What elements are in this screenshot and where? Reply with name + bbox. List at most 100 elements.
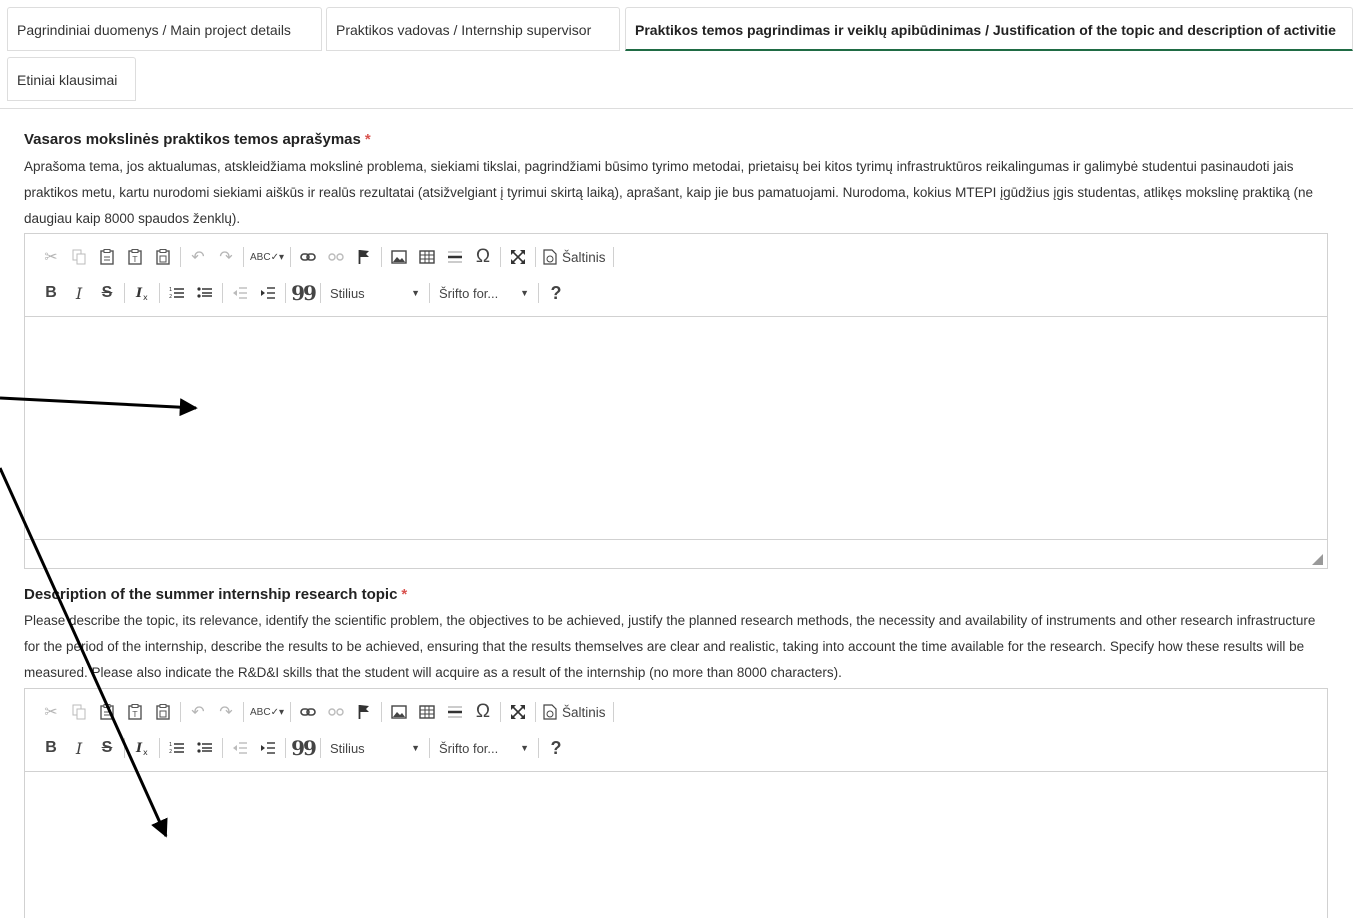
copy-icon[interactable] — [65, 699, 93, 725]
copy-icon[interactable] — [65, 244, 93, 270]
rich-text-editor: ✂ T ↶ ↷ ABC ✓▾ Ω Šaltinis B I S I x 1 2 … — [24, 688, 1328, 918]
toolbar-separator — [180, 702, 181, 722]
tab-internship-supervisor[interactable]: Praktikos vadovas / Internship superviso… — [326, 7, 620, 51]
table-icon[interactable] — [413, 699, 441, 725]
editor-content-area[interactable] — [25, 772, 1327, 918]
svg-text:I: I — [135, 741, 143, 756]
tab-main-project-details[interactable]: Pagrindiniai duomenys / Main project det… — [7, 7, 322, 51]
help-icon[interactable]: ? — [542, 735, 570, 761]
blockquote-icon[interactable]: 99 — [289, 735, 317, 761]
italic-icon[interactable]: I — [65, 280, 93, 306]
horizontal-rule-icon[interactable] — [441, 244, 469, 270]
toolbar-separator — [222, 283, 223, 303]
toolbar-separator — [535, 702, 536, 722]
font-format-dropdown[interactable]: Šrifto for... ▼ — [433, 281, 535, 305]
unlink-icon[interactable] — [322, 699, 350, 725]
strikethrough-icon[interactable]: S — [93, 280, 121, 306]
paste-word-icon[interactable] — [149, 699, 177, 725]
indent-icon[interactable] — [254, 280, 282, 306]
spellcheck-label: ABC — [250, 251, 271, 263]
numbered-list-icon[interactable]: 12 — [163, 280, 191, 306]
toolbar-row: ✂ T ↶ ↷ ABC ✓▾ Ω Šaltinis — [37, 699, 617, 725]
style-dropdown[interactable]: Stilius ▼ — [324, 281, 426, 305]
toolbar-separator — [243, 702, 244, 722]
italic-icon[interactable]: I — [65, 735, 93, 761]
paste-icon[interactable] — [93, 244, 121, 270]
undo-icon[interactable]: ↶ — [184, 244, 212, 270]
font-format-dropdown[interactable]: Šrifto for... ▼ — [433, 736, 535, 760]
strikethrough-icon[interactable]: S — [93, 735, 121, 761]
chevron-down-icon: ▼ — [520, 288, 529, 298]
svg-text:x: x — [143, 293, 148, 301]
remove-format-icon[interactable]: Ix — [128, 735, 156, 761]
cut-icon[interactable]: ✂ — [37, 699, 65, 725]
tab-ethical-questions[interactable]: Etiniai klausimai — [7, 57, 136, 101]
source-icon — [543, 704, 557, 720]
undo-icon[interactable]: ↶ — [184, 699, 212, 725]
tab-justification[interactable]: Praktikos temos pagrindimas ir veiklų ap… — [625, 7, 1353, 51]
special-char-icon[interactable]: Ω — [469, 699, 497, 725]
maximize-icon[interactable] — [504, 244, 532, 270]
chevron-down-icon: ▼ — [520, 743, 529, 753]
spellcheck-icon[interactable]: ABC ✓▾ — [247, 699, 287, 725]
section-description: Please describe the topic, its relevance… — [24, 613, 1316, 680]
bold-icon[interactable]: B — [37, 735, 65, 761]
horizontal-rule-icon[interactable] — [441, 699, 469, 725]
toolbar-separator — [124, 283, 125, 303]
paste-text-icon[interactable]: T — [121, 244, 149, 270]
special-char-icon[interactable]: Ω — [469, 244, 497, 270]
toolbar-separator — [535, 247, 536, 267]
bold-icon[interactable]: B — [37, 280, 65, 306]
toolbar-separator — [381, 702, 382, 722]
toolbar-separator — [500, 247, 501, 267]
spellcheck-label: ABC — [250, 706, 271, 718]
table-icon[interactable] — [413, 244, 441, 270]
help-icon[interactable]: ? — [542, 280, 570, 306]
paste-icon[interactable] — [93, 699, 121, 725]
toolbar-separator — [290, 247, 291, 267]
toolbar-separator — [180, 247, 181, 267]
editor-status-bar — [25, 539, 1327, 568]
toolbar-separator — [612, 247, 614, 267]
anchor-flag-icon[interactable] — [350, 244, 378, 270]
image-icon[interactable] — [385, 699, 413, 725]
style-dropdown-label: Stilius — [330, 285, 365, 301]
bulleted-list-icon[interactable] — [191, 735, 219, 761]
paste-word-icon[interactable] — [149, 244, 177, 270]
editor-content-area[interactable] — [25, 317, 1327, 539]
toolbar-row: B I S Ix 12 99 Stilius ▼ Šrifto for... ▼ ? — [37, 280, 570, 306]
toolbar-separator — [538, 283, 539, 303]
blockquote-icon[interactable]: 99 — [289, 280, 317, 306]
svg-text:T: T — [132, 255, 138, 264]
outdent-icon[interactable] — [226, 735, 254, 761]
resize-handle-icon[interactable] — [1312, 554, 1323, 565]
source-button[interactable]: Šaltinis — [539, 704, 610, 720]
source-button[interactable]: Šaltinis — [539, 249, 610, 265]
paste-text-icon[interactable]: T — [121, 699, 149, 725]
toolbar-separator — [500, 702, 501, 722]
toolbar-separator — [159, 738, 160, 758]
redo-icon[interactable]: ↷ — [212, 699, 240, 725]
indent-icon[interactable] — [254, 735, 282, 761]
style-dropdown[interactable]: Stilius ▼ — [324, 736, 426, 760]
link-icon[interactable] — [294, 244, 322, 270]
numbered-list-icon[interactable]: 12 — [163, 735, 191, 761]
unlink-icon[interactable] — [322, 244, 350, 270]
spellcheck-icon[interactable]: ABC ✓▾ — [247, 244, 287, 270]
outdent-icon[interactable] — [226, 280, 254, 306]
toolbar-separator — [429, 738, 430, 758]
maximize-icon[interactable] — [504, 699, 532, 725]
remove-format-icon[interactable]: Ix — [128, 280, 156, 306]
image-icon[interactable] — [385, 244, 413, 270]
cut-icon[interactable]: ✂ — [37, 244, 65, 270]
section-title: Description of the summer internship res… — [24, 586, 407, 603]
anchor-flag-icon[interactable] — [350, 699, 378, 725]
bulleted-list-icon[interactable] — [191, 280, 219, 306]
link-icon[interactable] — [294, 699, 322, 725]
toolbar-separator — [612, 702, 614, 722]
toolbar-separator — [320, 738, 321, 758]
toolbar-separator — [320, 283, 321, 303]
chevron-down-icon: ▼ — [411, 288, 420, 298]
redo-icon[interactable]: ↷ — [212, 244, 240, 270]
section-description: Aprašoma tema, jos aktualumas, atskleidž… — [24, 159, 1314, 226]
